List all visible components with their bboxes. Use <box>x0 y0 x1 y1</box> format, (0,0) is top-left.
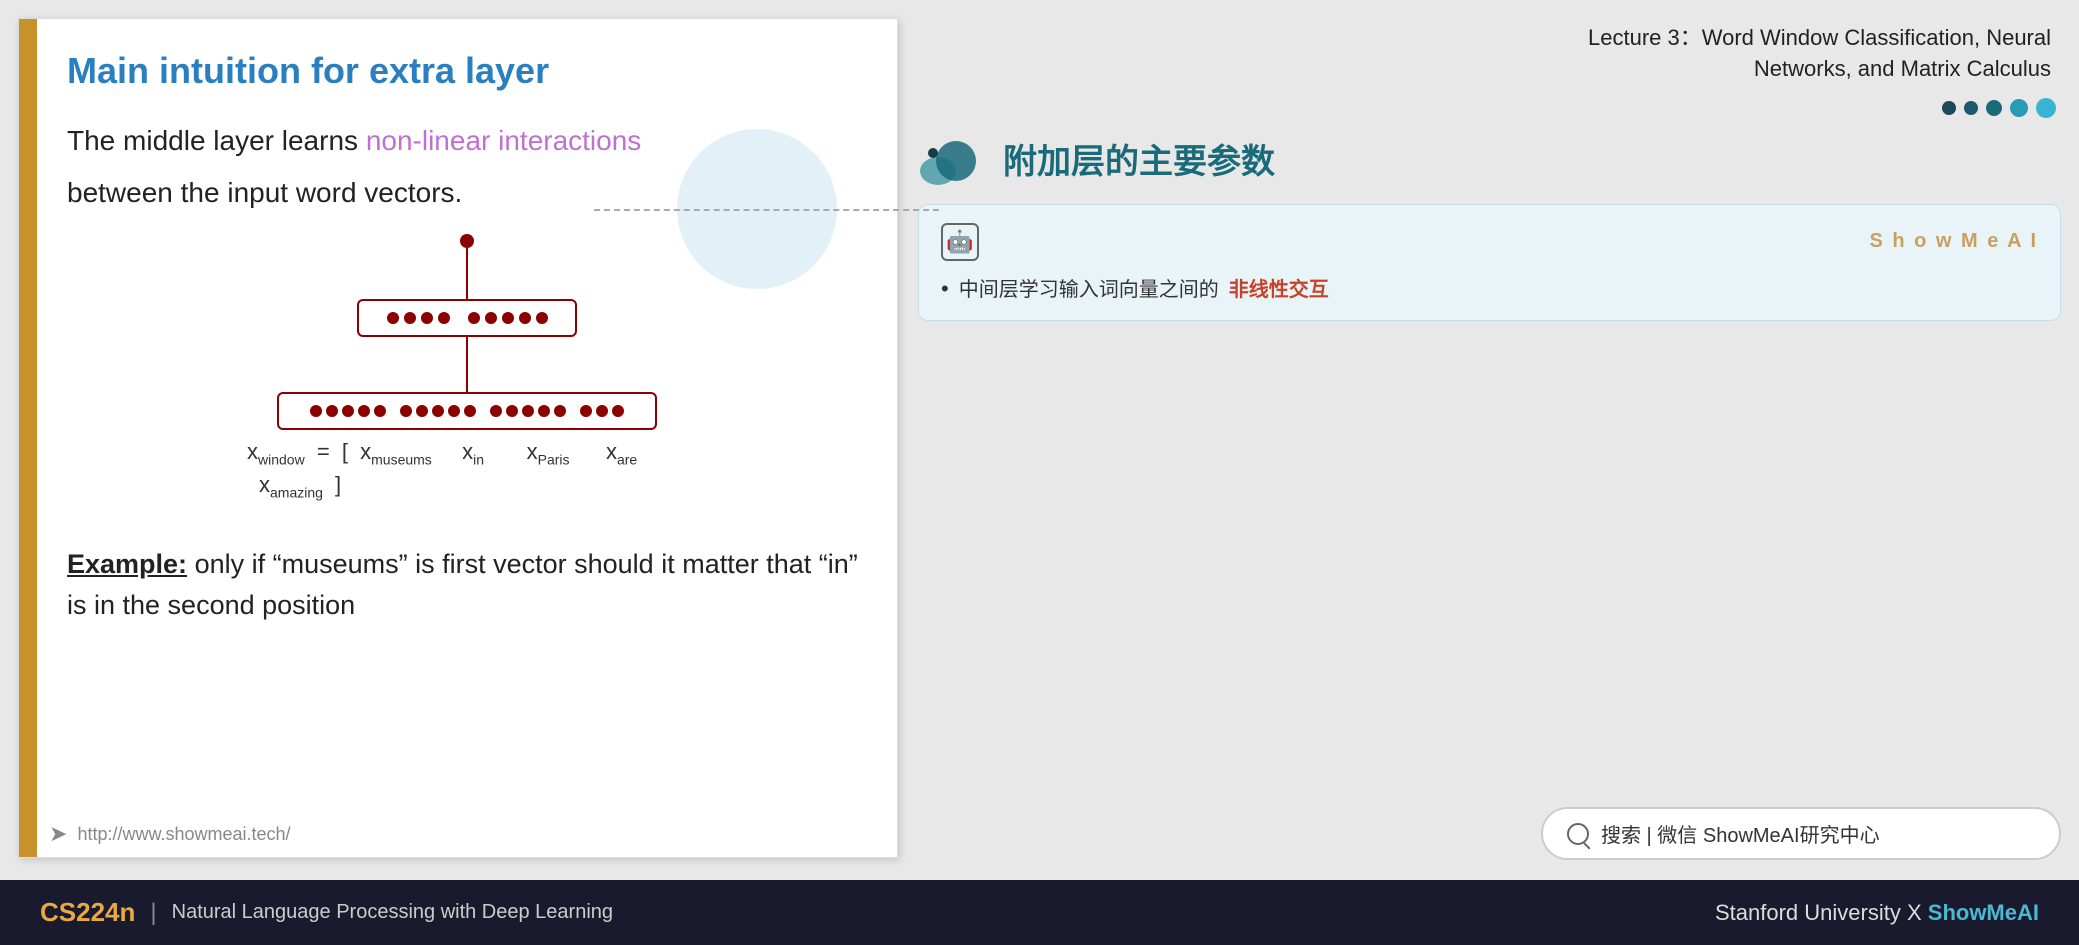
dot-4 <box>2010 99 2028 117</box>
node-dot <box>536 312 548 324</box>
node-dot <box>342 405 354 417</box>
x-in: xin <box>462 439 484 467</box>
bullet-dot: • <box>941 276 949 302</box>
node-dot <box>448 405 460 417</box>
node-dot <box>432 405 444 417</box>
node-dot <box>554 405 566 417</box>
slide-title: Main intuition for extra layer <box>67 49 867 92</box>
lecture-title-line1: Lecture 3：Word Window Classification, Ne… <box>928 23 2051 54</box>
lecture-header: Lecture 3：Word Window Classification, Ne… <box>918 18 2061 90</box>
translation-card: 🤖 S h o w M e A I • 中间层学习输入词向量之间的非线性交互 <box>918 204 2061 321</box>
node-dot <box>485 312 497 324</box>
node-dot <box>596 405 608 417</box>
node-dot <box>310 405 322 417</box>
content-area: Main intuition for extra layer The middl… <box>0 0 2079 880</box>
example-label: Example: <box>67 549 187 579</box>
node-dot <box>522 405 534 417</box>
chinese-title-area: 附加层的主要参数 <box>918 126 2061 191</box>
bullet-point: • 中间层学习输入词向量之间的非线性交互 <box>941 273 2038 302</box>
x-are: xare <box>606 439 637 467</box>
node-dot <box>502 312 514 324</box>
footer-x-symbol: X <box>1907 900 1928 925</box>
footer-separator: | <box>150 899 156 927</box>
example-text: Example: only if “museums” is first vect… <box>67 544 867 625</box>
bracket-close: ] <box>329 472 341 498</box>
x-window-label: xwindow <box>247 439 305 467</box>
node-dot <box>506 405 518 417</box>
x-paris: xParis <box>527 439 570 467</box>
output-node <box>460 234 474 248</box>
node-dot <box>612 405 624 417</box>
node-dot <box>490 405 502 417</box>
x-museums: xmuseums <box>360 439 432 467</box>
eq-equals: = [ <box>311 439 354 465</box>
eq-line2: xamazing ] <box>259 472 637 500</box>
node-dot <box>400 405 412 417</box>
node-dot <box>519 312 531 324</box>
node-dot <box>404 312 416 324</box>
cursor-icon: ➤ <box>49 821 67 847</box>
search-text: 搜索 | 微信 ShowMeAI研究中心 <box>1601 819 1880 848</box>
footer-showmeai: ShowMeAI <box>1928 900 2039 925</box>
footer-right: Stanford University X ShowMeAI <box>1715 900 2039 926</box>
header-dots-row <box>918 98 2056 118</box>
footer-left: CS224n | Natural Language Processing wit… <box>40 897 613 928</box>
dot-1 <box>1942 101 1956 115</box>
bullet-prefix: 中间层学习输入词向量之间的 <box>959 273 1219 302</box>
robot-icon: 🤖 <box>941 223 979 261</box>
bottom-layer-box <box>277 392 657 430</box>
top-right-section: Lecture 3：Word Window Classification, Ne… <box>918 18 2061 321</box>
bottom-footer: CS224n | Natural Language Processing wit… <box>0 880 2079 945</box>
robot-symbol: 🤖 <box>946 229 973 255</box>
slide-left-bar <box>19 19 37 857</box>
eq-line1: xwindow = [ xmuseums xin xParis xare <box>247 439 637 467</box>
footer-subtitle: Natural Language Processing with Deep Le… <box>172 901 613 924</box>
dashed-connector <box>594 209 939 211</box>
wave-graphic <box>918 131 988 186</box>
node-dot <box>387 312 399 324</box>
node-dot <box>416 405 428 417</box>
lecture-title-line2: Networks, and Matrix Calculus <box>928 54 2051 85</box>
middle-vertical-line <box>466 337 468 392</box>
right-panel: Lecture 3：Word Window Classification, Ne… <box>918 18 2061 870</box>
slide-footer: ➤ http://www.showmeai.tech/ <box>19 811 897 857</box>
slide-content: Main intuition for extra layer The middl… <box>47 19 897 811</box>
stanford-text: Stanford University <box>1715 900 1901 925</box>
node-dot <box>468 312 480 324</box>
equation-area: xwindow = [ xmuseums xin xParis xare <box>247 439 637 500</box>
node-dot <box>421 312 433 324</box>
top-vertical-line <box>466 248 468 300</box>
node-dot <box>358 405 370 417</box>
page-container: Main intuition for extra layer The middl… <box>0 0 2079 945</box>
nonlinear-text: non-linear interactions <box>366 125 642 156</box>
card-header-row: 🤖 S h o w M e A I <box>941 223 2038 261</box>
dot-2 <box>1964 101 1978 115</box>
node-dot <box>580 405 592 417</box>
search-bar-area: 搜索 | 微信 ShowMeAI研究中心 <box>918 797 2061 870</box>
node-dot <box>326 405 338 417</box>
chinese-title: 附加层的主要参数 <box>1003 134 1275 183</box>
node-dot <box>438 312 450 324</box>
cs224n-label: CS224n <box>40 897 135 928</box>
nonlinear-chinese: 非线性交互 <box>1229 273 1329 302</box>
dot-5 <box>2036 98 2056 118</box>
neural-diagram: xwindow = [ xmuseums xin xParis xare <box>217 234 717 514</box>
slide-panel: Main intuition for extra layer The middl… <box>18 18 898 858</box>
search-icon <box>1567 823 1589 845</box>
search-box[interactable]: 搜索 | 微信 ShowMeAI研究中心 <box>1541 807 2061 860</box>
dot-3 <box>1986 100 2002 116</box>
top-layer-box <box>357 299 577 337</box>
node-dot <box>464 405 476 417</box>
body-prefix: The middle layer learns <box>67 125 366 156</box>
node-dot <box>538 405 550 417</box>
showmeai-card-label: S h o w M e A I <box>1869 230 2038 253</box>
x-amazing: xamazing <box>259 472 323 500</box>
node-dot <box>374 405 386 417</box>
slide-url: http://www.showmeai.tech/ <box>77 824 290 845</box>
